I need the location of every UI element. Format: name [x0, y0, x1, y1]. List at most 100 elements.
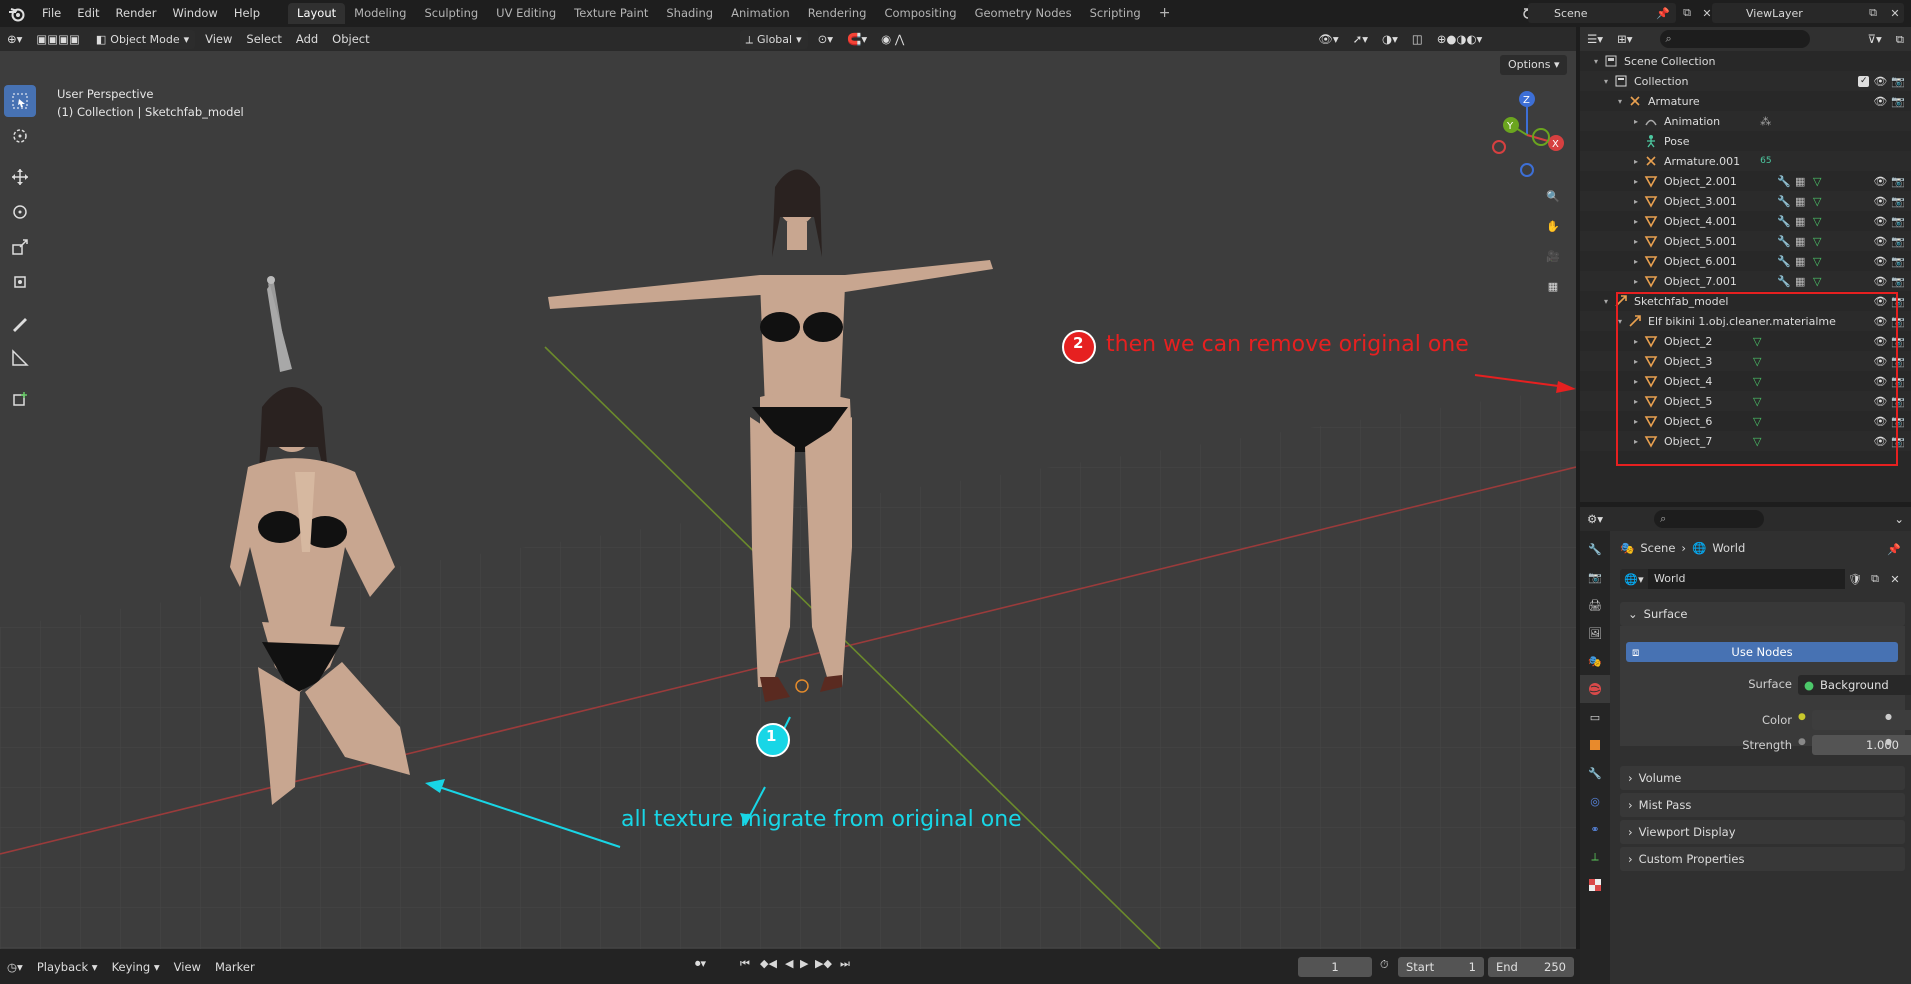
- eye-icon[interactable]: 👁: [1873, 95, 1887, 108]
- jump-start-icon[interactable]: ⏮: [740, 957, 750, 971]
- pan-hand-icon[interactable]: ✋: [1540, 213, 1566, 239]
- options-button[interactable]: Options ▾: [1500, 55, 1568, 75]
- zoom-icon[interactable]: 🔍: [1540, 183, 1566, 209]
- surface-shader-field[interactable]: ● Background: [1798, 675, 1911, 695]
- tab-modeling[interactable]: Modeling: [345, 3, 415, 24]
- outliner-object-001-3[interactable]: ▸ Object_3.001 🔧 ▦ ▽ 👁 📷: [1580, 191, 1911, 211]
- eye-icon[interactable]: 👁: [1873, 395, 1887, 408]
- add-workspace-icon[interactable]: +: [1150, 3, 1180, 24]
- object-tab-icon[interactable]: [1580, 731, 1610, 759]
- surface-panel-header[interactable]: ⌄ Surface: [1620, 602, 1905, 626]
- render-camera-icon[interactable]: 📷: [1891, 255, 1905, 268]
- vertex-groups-icon[interactable]: ▦: [1795, 235, 1805, 248]
- add-cube-icon[interactable]: [4, 383, 36, 415]
- eye-icon[interactable]: 👁: [1873, 355, 1887, 368]
- gizmo-icon[interactable]: ➚▾: [1346, 29, 1375, 49]
- xray-icon[interactable]: ◫: [1405, 29, 1430, 49]
- exclude-checkbox[interactable]: ✓: [1858, 75, 1870, 87]
- vertex-groups-icon[interactable]: ▦: [1795, 215, 1805, 228]
- modifier-icon[interactable]: 🔧: [1777, 195, 1791, 208]
- expand-right-icon[interactable]: ▸: [1630, 417, 1642, 426]
- outliner[interactable]: ☰▾ ⊞▾ ⌕ ⊽▾ ⧉ ▾ Scene Collection ▾ Collectio…: [1580, 27, 1911, 502]
- transform-icon[interactable]: [4, 266, 36, 298]
- eye-icon[interactable]: 👁: [1873, 235, 1887, 248]
- camera-icon[interactable]: 🎥: [1540, 243, 1566, 269]
- measure-icon[interactable]: [4, 342, 36, 374]
- render-camera-icon[interactable]: 📷: [1891, 215, 1905, 228]
- menu-playback[interactable]: Playback ▾: [30, 957, 105, 977]
- outliner-editor-icon[interactable]: ☰▾: [1580, 29, 1610, 49]
- timeline-editor-icon[interactable]: ◷▾: [0, 957, 30, 977]
- outliner-object-4[interactable]: ▸ Object_4 ▽ 👁 📷: [1580, 371, 1911, 391]
- proportional-edit-icon[interactable]: ◉ ⋀: [874, 29, 911, 49]
- modifier-icon[interactable]: 🔧: [1777, 255, 1791, 268]
- expand-right-icon[interactable]: ▸: [1630, 377, 1642, 386]
- end-frame-field[interactable]: End 250: [1488, 957, 1574, 977]
- tab-uv-editing[interactable]: UV Editing: [487, 3, 565, 24]
- vertex-groups-icon[interactable]: ▦: [1795, 195, 1805, 208]
- mesh-data-icon[interactable]: ▽: [1813, 195, 1821, 208]
- menu-render[interactable]: Render: [108, 0, 165, 27]
- outliner-object-7[interactable]: ▸ Object_7 ▽ 👁 📷: [1580, 431, 1911, 451]
- render-camera-icon[interactable]: 📷: [1891, 415, 1905, 428]
- menu-select[interactable]: Select: [239, 29, 288, 49]
- expand-right-icon[interactable]: ▸: [1630, 177, 1642, 186]
- world-name-field[interactable]: World: [1648, 569, 1845, 589]
- expand-right-icon[interactable]: ▸: [1630, 157, 1642, 166]
- scene-tab-icon[interactable]: 🎭: [1580, 647, 1610, 675]
- eye-icon[interactable]: 👁: [1873, 255, 1887, 268]
- render-camera-icon[interactable]: 📷: [1891, 335, 1905, 348]
- unlink-icon[interactable]: ✕: [1885, 573, 1905, 586]
- expand-right-icon[interactable]: ▸: [1630, 257, 1642, 266]
- prev-keyframe-icon[interactable]: ◆◀: [760, 957, 777, 970]
- expand-down-icon[interactable]: ▾: [1614, 97, 1626, 106]
- tab-geometry-nodes[interactable]: Geometry Nodes: [966, 3, 1081, 24]
- outliner-object-001-6[interactable]: ▸ Object_6.001 🔧 ▦ ▽ 👁 📷: [1580, 251, 1911, 271]
- tab-animation[interactable]: Animation: [722, 3, 799, 24]
- outliner-object-5[interactable]: ▸ Object_5 ▽ 👁 📷: [1580, 391, 1911, 411]
- menu-edit[interactable]: Edit: [69, 0, 107, 27]
- rotate-icon[interactable]: [4, 196, 36, 228]
- expand-right-icon[interactable]: ▸: [1630, 197, 1642, 206]
- fake-user-icon[interactable]: 🛡: [1845, 573, 1865, 586]
- select-box-icon[interactable]: [4, 85, 36, 117]
- overlay-icon[interactable]: ◑▾: [1375, 29, 1405, 49]
- expand-right-icon[interactable]: ▸: [1630, 117, 1642, 126]
- render-camera-icon[interactable]: 📷: [1891, 175, 1905, 188]
- eye-icon[interactable]: 👁: [1873, 195, 1887, 208]
- display-mode-icon[interactable]: ⊞▾: [1610, 29, 1639, 49]
- render-camera-icon[interactable]: 📷: [1891, 395, 1905, 408]
- eye-icon[interactable]: 👁: [1873, 215, 1887, 228]
- pivot-icon[interactable]: ⊙▾: [811, 29, 840, 49]
- play-reverse-icon[interactable]: ◀: [785, 957, 793, 970]
- render-camera-icon[interactable]: 📷: [1891, 195, 1905, 208]
- world-browse-icon[interactable]: 🌐▾: [1620, 569, 1648, 589]
- tab-rendering[interactable]: Rendering: [799, 3, 876, 24]
- tab-scripting[interactable]: Scripting: [1081, 3, 1150, 24]
- eye-icon[interactable]: 👁: [1873, 75, 1887, 88]
- render-camera-icon[interactable]: 📷: [1891, 435, 1905, 448]
- next-keyframe-icon[interactable]: ▶◆: [815, 957, 832, 970]
- mesh-data-icon[interactable]: ▽: [1753, 335, 1761, 348]
- pin-icon[interactable]: 📌: [1656, 7, 1670, 20]
- outliner-object-001-7[interactable]: ▸ Object_7.001 🔧 ▦ ▽ 👁 📷: [1580, 271, 1911, 291]
- mesh-data-icon[interactable]: ▽: [1753, 375, 1761, 388]
- constraint-tab-icon[interactable]: ⚭: [1580, 815, 1610, 843]
- outliner-collection[interactable]: ▾ Collection ✓ 👁 📷: [1580, 71, 1911, 91]
- outliner-search-input[interactable]: ⌕: [1659, 30, 1810, 48]
- tab-texture-paint[interactable]: Texture Paint: [565, 3, 657, 24]
- outliner-elf-bikini[interactable]: ▾ Elf bikini 1.obj.cleaner.materialme 👁 📷: [1580, 311, 1911, 331]
- viewport-display-panel-header[interactable]: › Viewport Display: [1620, 820, 1905, 844]
- expand-right-icon[interactable]: ▸: [1630, 397, 1642, 406]
- outliner-sketchfab-model[interactable]: ▾ Sketchfab_model 👁 📷: [1580, 291, 1911, 311]
- data-tab-icon[interactable]: ⟂: [1580, 843, 1610, 871]
- world-tab-icon[interactable]: [1580, 675, 1610, 703]
- outliner-object-3[interactable]: ▸ Object_3 ▽ 👁 📷: [1580, 351, 1911, 371]
- outliner-object-6[interactable]: ▸ Object_6 ▽ 👁 📷: [1580, 411, 1911, 431]
- mesh-data-icon[interactable]: ▽: [1753, 435, 1761, 448]
- move-icon[interactable]: [4, 161, 36, 193]
- expand-right-icon[interactable]: ▸: [1630, 437, 1642, 446]
- expand-down-icon[interactable]: ▾: [1590, 57, 1602, 66]
- color-keyframe-dot[interactable]: ●: [1885, 712, 1892, 721]
- render-tab-icon[interactable]: 📷: [1580, 563, 1610, 591]
